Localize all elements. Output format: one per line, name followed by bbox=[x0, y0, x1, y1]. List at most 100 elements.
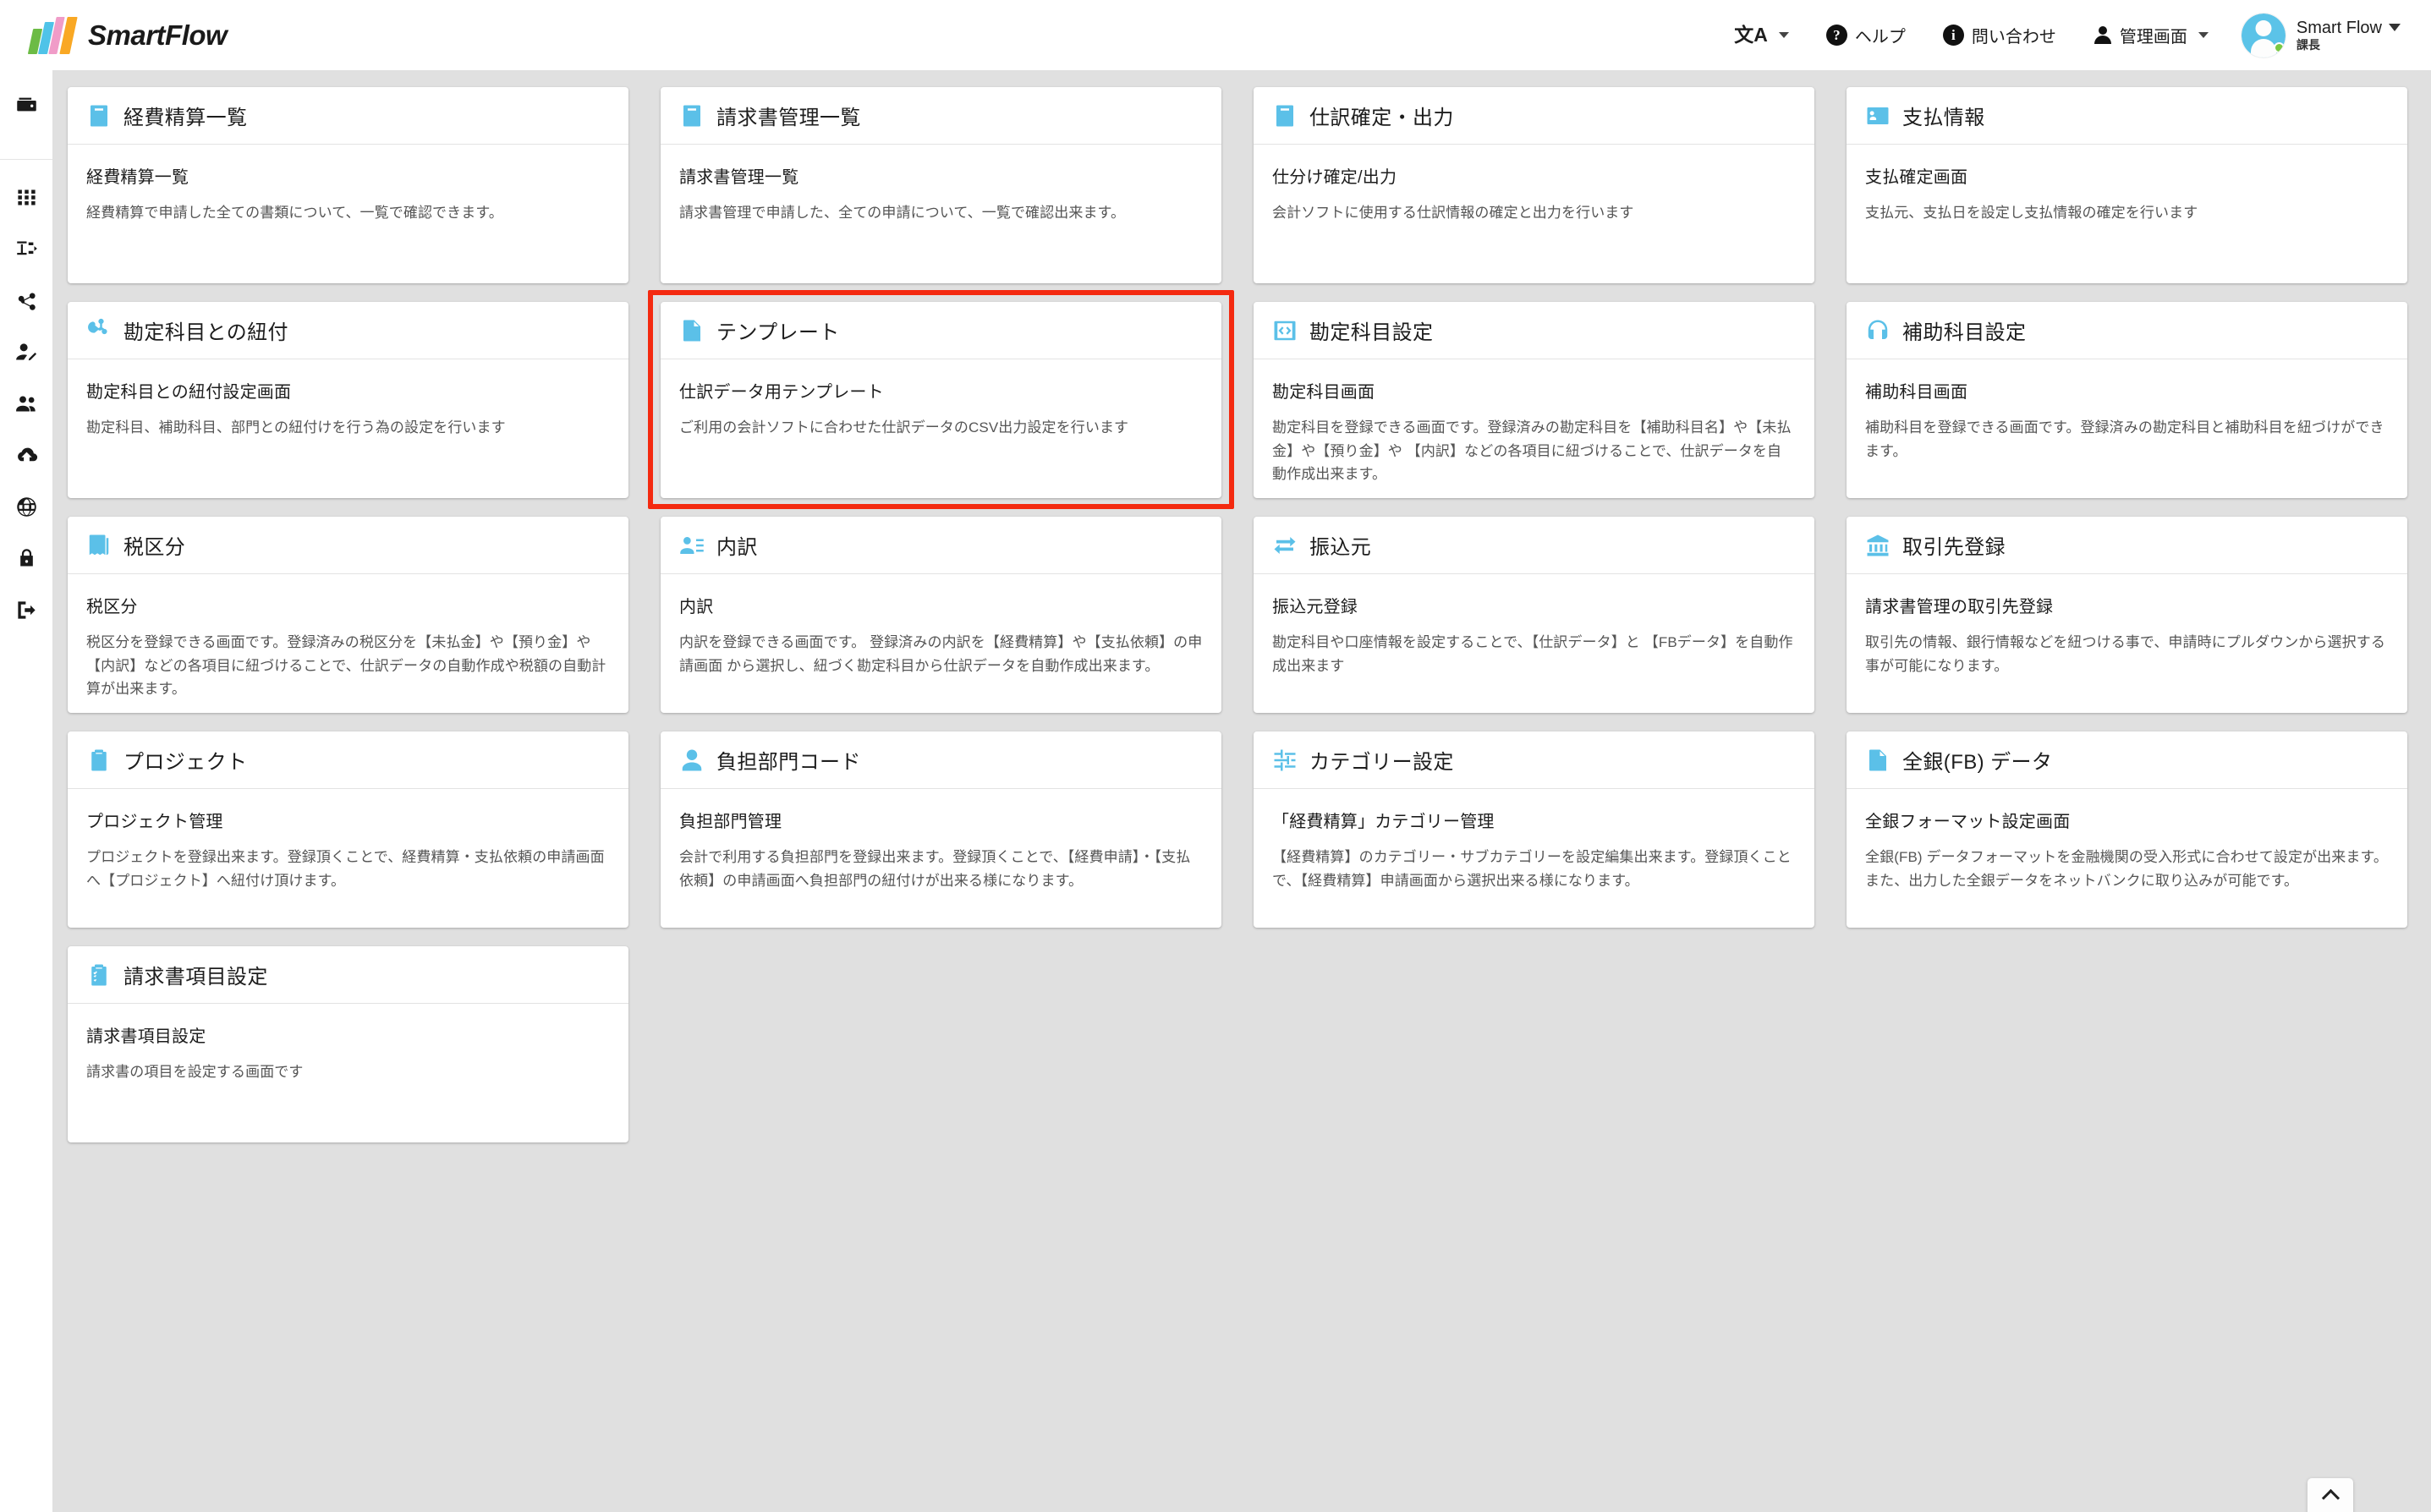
card-8[interactable]: 税区分 税区分 税区分を登録できる画面です。登録済みの税区分を【未払金】や【預り金】… bbox=[68, 517, 628, 713]
card-subtitle: 経費精算一覧 bbox=[86, 168, 189, 187]
card-body: 支払確定画面 支払元、支払日を設定し支払情報の確定を行います bbox=[1847, 145, 2407, 225]
avatar bbox=[2240, 12, 2286, 58]
card-subtitle: プロジェクト管理 bbox=[86, 813, 223, 831]
card-9[interactable]: 内訳 内訳 内訳を登録できる画面です。 登録済みの内訳を【経費精算】や【支払依頼】の… bbox=[661, 517, 1221, 713]
user-edit-icon bbox=[15, 342, 36, 360]
card-11[interactable]: 取引先登録 請求書管理の取引先登録 取引先の情報、銀行情報などを紐つける事で、申請時… bbox=[1847, 517, 2407, 713]
sidebar-item-user-edit[interactable] bbox=[3, 331, 49, 372]
card-wrapper: 内訳 内訳 内訳を登録できる画面です。 登録済みの内訳を【経費精算】や【支払依頼】の… bbox=[661, 517, 1221, 713]
card-5[interactable]: テンプレート 仕訳データ用テンプレート ご利用の会計ソフトに合わせた仕訳データのCS… bbox=[661, 302, 1221, 498]
chevron-up-icon bbox=[2321, 1488, 2340, 1508]
card-body: プロジェクト管理プロジェクトを登録出来ます。登録頂くことで、経費精算・支払依頼の… bbox=[68, 789, 628, 892]
card-15[interactable]: 全銀(FB) データ全銀フォーマット設定画面 全銀(FB) データフォーマットを金… bbox=[1847, 731, 2407, 928]
sidebar-item-logout[interactable] bbox=[3, 589, 49, 630]
sidebar-item-apps[interactable] bbox=[3, 177, 49, 217]
card-body: 仕訳データ用テンプレート ご利用の会計ソフトに合わせた仕訳データのCSV出力設定を… bbox=[661, 359, 1221, 440]
contact-label: 問い合わせ bbox=[1971, 28, 2056, 47]
card-title: 内訳 bbox=[716, 536, 758, 559]
wallet-icon bbox=[16, 97, 36, 111]
admin-menu-button[interactable]: 管理画面 bbox=[2075, 10, 2227, 61]
card-subtitle: 税区分 bbox=[86, 598, 138, 616]
app-logo[interactable]: SmartFlow bbox=[27, 16, 228, 54]
card-description: 補助科目を登録できる画面です。登録済みの勘定科目と補助科目を紐づけができます。 bbox=[1865, 419, 2384, 459]
card-6[interactable]: 勘定科目設定 勘定科目画面 勘定科目を登録できる画面です。登録済みの勘定科目を【補助… bbox=[1254, 302, 1814, 498]
card-2[interactable]: 仕訳確定・出力 仕分け確定/出力 会計ソフトに使用する仕訳情報の確定と出力を行います bbox=[1254, 87, 1814, 283]
scroll-to-top-button[interactable] bbox=[2308, 1478, 2353, 1512]
card-title: 勘定科目との紐付 bbox=[123, 321, 288, 344]
logo-text: SmartFlow bbox=[88, 19, 228, 51]
card-wrapper: 仕訳確定・出力 仕分け確定/出力 会計ソフトに使用する仕訳情報の確定と出力を行います bbox=[1254, 87, 1814, 283]
card-description: プロジェクトを登録出来ます。登録頂くことで、経費精算・支払依頼の申請画面へ【プロ… bbox=[86, 849, 605, 889]
sidebar-item-globe[interactable] bbox=[3, 486, 49, 527]
card-subtitle: 仕分け確定/出力 bbox=[1272, 168, 1397, 187]
highlighted-card-wrapper: テンプレート 仕訳データ用テンプレート ご利用の会計ソフトに合わせた仕訳データのCS… bbox=[648, 290, 1234, 509]
card-body: 勘定科目画面 勘定科目を登録できる画面です。登録済みの勘定科目を【補助科目名】や【… bbox=[1254, 359, 1814, 486]
card-13[interactable]: 負担部門コード 負担部門管理 会計で利用する負担部門を登録出来ます。登録頂くことで、… bbox=[661, 731, 1221, 928]
document-lines-icon bbox=[679, 318, 705, 343]
share-icon bbox=[18, 292, 36, 310]
user-menu-button[interactable]: Smart Flow 課長 bbox=[2227, 12, 2401, 58]
transfer-arrows-icon bbox=[1272, 533, 1298, 558]
card-subtitle: 請求書項目設定 bbox=[86, 1027, 206, 1046]
bank-icon bbox=[1865, 533, 1890, 558]
help-button[interactable]: ? ヘルプ bbox=[1808, 10, 1924, 61]
sidebar-item-share[interactable] bbox=[3, 280, 49, 320]
card-wrapper: プロジェクトプロジェクト管理プロジェクトを登録出来ます。登録頂くことで、経費精算… bbox=[68, 731, 628, 928]
contact-button[interactable]: i 問い合わせ bbox=[1924, 10, 2075, 61]
card-body: 経費精算一覧 経費精算で申請した全ての書類について、一覧で確認できます。 bbox=[68, 145, 628, 225]
card-subtitle: 支払確定画面 bbox=[1865, 168, 1968, 187]
admin-label: 管理画面 bbox=[2119, 28, 2187, 47]
card-wrapper: 支払情報 支払確定画面 支払元、支払日を設定し支払情報の確定を行います bbox=[1847, 87, 2407, 283]
card-header: 経費精算一覧 bbox=[68, 87, 628, 145]
card-header: 仕訳確定・出力 bbox=[1254, 87, 1814, 145]
card-title: 補助科目設定 bbox=[1902, 321, 2027, 344]
sidebar-item-users[interactable] bbox=[3, 383, 49, 424]
checklist-icon bbox=[86, 962, 112, 988]
card-description: 全銀(FB) データフォーマットを金融機関の受入形式に合わせて設定が出来ます。ま… bbox=[1865, 849, 2388, 889]
sidebar-item-wallet[interactable] bbox=[3, 84, 49, 124]
card-16[interactable]: 請求書項目設定 請求書項目設定 請求書の項目を設定する画面です bbox=[68, 946, 628, 1142]
card-description: 請求書管理で申請した、全ての申請について、一覧で確認出来ます。 bbox=[679, 205, 1126, 221]
card-wrapper: 勘定科目設定 勘定科目画面 勘定科目を登録できる画面です。登録済みの勘定科目を【補助… bbox=[1254, 302, 1814, 498]
card-description: 会計で利用する負担部門を登録出来ます。登録頂くことで、【経費申請】・【支払依頼】… bbox=[679, 849, 1191, 889]
card-title: 負担部門コード bbox=[716, 751, 861, 774]
card-wrapper: 経費精算一覧 経費精算一覧 経費精算で申請した全ての書類について、一覧で確認できます… bbox=[68, 87, 628, 283]
card-10[interactable]: 振込元 振込元登録 勘定科目や口座情報を設定することで、【仕訳データ】と 【FBデー… bbox=[1254, 517, 1814, 713]
card-body: 全銀フォーマット設定画面 全銀(FB) データフォーマットを金融機関の受入形式に合… bbox=[1847, 789, 2407, 892]
cloud-upload-icon bbox=[17, 447, 37, 461]
card-title: 取引先登録 bbox=[1902, 536, 2006, 559]
card-3[interactable]: 支払情報 支払確定画面 支払元、支払日を設定し支払情報の確定を行います bbox=[1847, 87, 2407, 283]
card-wrapper: 取引先登録 請求書管理の取引先登録 取引先の情報、銀行情報などを紐つける事で、申請時… bbox=[1847, 517, 2407, 713]
card-0[interactable]: 経費精算一覧 経費精算一覧 経費精算で申請した全ての書類について、一覧で確認できます… bbox=[68, 87, 628, 283]
card-id-icon bbox=[1865, 103, 1890, 129]
card-description: 勘定科目、補助科目、部門との紐付けを行う為の設定を行います bbox=[86, 419, 506, 436]
users-group-icon bbox=[15, 396, 36, 411]
card-header: 補助科目設定 bbox=[1847, 302, 2407, 359]
card-wrapper: 負担部門コード 負担部門管理 会計で利用する負担部門を登録出来ます。登録頂くことで、… bbox=[661, 731, 1221, 928]
card-description: 内訳を登録できる画面です。 登録済みの内訳を【経費精算】や【支払依頼】の申請画面… bbox=[679, 634, 1203, 674]
lock-icon bbox=[19, 548, 33, 566]
app-header: SmartFlow 文A ? ヘルプ i 問い合わせ 管理画面 Smart Fl… bbox=[0, 0, 2431, 70]
card-title: 全銀(FB) データ bbox=[1902, 751, 2053, 774]
card-title: プロジェクト bbox=[123, 751, 248, 774]
card-header: テンプレート bbox=[661, 302, 1221, 359]
card-header: カテゴリー設定 bbox=[1254, 731, 1814, 789]
card-description: 取引先の情報、銀行情報などを紐つける事で、申請時にプルダウンから選択する事が可能… bbox=[1865, 634, 2385, 674]
card-subtitle: 勘定科目との紐付設定画面 bbox=[86, 383, 292, 402]
book-icon bbox=[679, 103, 705, 129]
sidebar-item-workflow[interactable] bbox=[3, 228, 49, 269]
card-body: 税区分 税区分を登録できる画面です。登録済みの税区分を【未払金】や【預り金】や【内… bbox=[68, 574, 628, 701]
workflow-icon bbox=[16, 241, 37, 255]
language-switcher[interactable]: 文A bbox=[1715, 10, 1808, 61]
main-content: 経費精算一覧 経費精算一覧 経費精算で申請した全ての書類について、一覧で確認できます… bbox=[52, 70, 2431, 1512]
card-header: 勘定科目との紐付 bbox=[68, 302, 628, 359]
card-14[interactable]: カテゴリー設定 「経費精算」カテゴリー管理 【経費精算】のカテゴリー・サブカテゴリー… bbox=[1254, 731, 1814, 928]
card-7[interactable]: 補助科目設定 補助科目画面 補助科目を登録できる画面です。登録済みの勘定科目と補助科… bbox=[1847, 302, 2407, 498]
card-subtitle: 仕訳データ用テンプレート bbox=[679, 383, 884, 402]
card-1[interactable]: 請求書管理一覧 請求書管理一覧 請求書管理で申請した、全ての申請について、一覧で確認… bbox=[661, 87, 1221, 283]
sidebar-item-lock[interactable] bbox=[3, 538, 49, 578]
card-title: 税区分 bbox=[123, 536, 186, 559]
sidebar-item-cloud-upload[interactable] bbox=[3, 435, 49, 475]
card-4[interactable]: 勘定科目との紐付勘定科目との紐付設定画面勘定科目、補助科目、部門との紐付けを行う… bbox=[68, 302, 628, 498]
card-12[interactable]: プロジェクトプロジェクト管理プロジェクトを登録出来ます。登録頂くことで、経費精算… bbox=[68, 731, 628, 928]
